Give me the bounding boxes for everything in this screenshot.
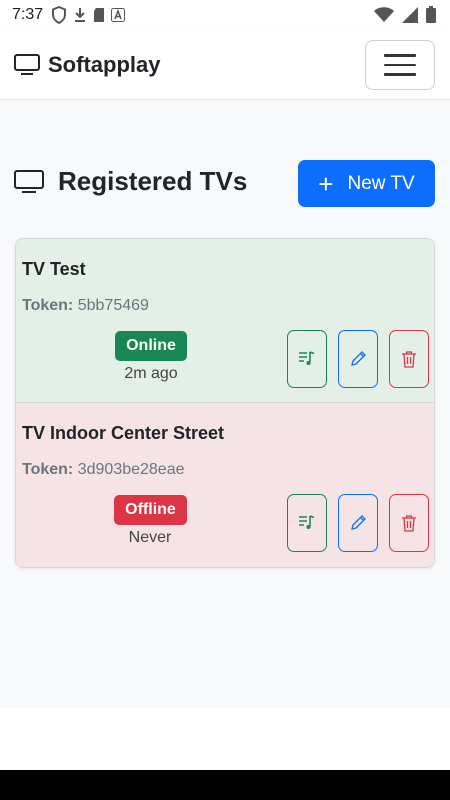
wifi-icon: [374, 6, 394, 22]
tv-token: Token: 5bb75469: [22, 297, 149, 315]
status-time: 7:37: [12, 6, 44, 23]
tv-list: TV Test Token: 5bb75469 Online 2m ago TV…: [15, 238, 435, 568]
page-heading: Registered TVs: [14, 166, 247, 197]
tv-item[interactable]: TV Indoor Center Street Token: 3d903be28…: [16, 403, 434, 567]
battery-icon: [426, 6, 436, 23]
tv-name: TV Test: [22, 259, 86, 279]
last-seen: 2m ago: [124, 365, 178, 382]
pencil-icon: [351, 351, 366, 366]
new-tv-label: New TV: [347, 172, 415, 194]
tv-icon: [14, 169, 44, 193]
heading-row: Registered TVs + New TV: [14, 160, 435, 208]
main-content: Registered TVs + New TV TV Test Token: 5…: [0, 100, 450, 708]
token-value: 3d903be28eae: [77, 461, 185, 478]
app-notification-icon: [111, 8, 126, 22]
delete-button[interactable]: [389, 494, 429, 552]
signal-icon: [402, 6, 418, 23]
tv-actions: [287, 330, 429, 388]
pencil-icon: [351, 515, 366, 530]
edit-button[interactable]: [338, 494, 378, 552]
menu-toggle-button[interactable]: [365, 40, 435, 90]
playlist-button[interactable]: [287, 494, 327, 552]
tv-actions: [287, 494, 429, 552]
status-badge: Offline: [114, 495, 187, 525]
token-label: Token:: [22, 461, 74, 478]
tv-icon: [14, 53, 40, 75]
tv-token: Token: 3d903be28eae: [22, 461, 185, 479]
plus-icon: +: [318, 168, 334, 199]
menu-icon: [384, 54, 416, 57]
top-navbar: Softapplay: [0, 30, 450, 100]
sdcard-icon: [94, 8, 105, 22]
playlist-button[interactable]: [287, 330, 327, 388]
token-value: 5bb75469: [77, 297, 149, 314]
tv-name: TV Indoor Center Street: [22, 423, 225, 443]
page-title: Registered TVs: [58, 166, 248, 196]
trash-icon: [402, 351, 416, 368]
token-label: Token:: [22, 297, 74, 314]
status-bar: 7:37: [0, 0, 450, 30]
brand[interactable]: Softapplay: [14, 52, 160, 78]
last-seen: Never: [128, 529, 172, 546]
brand-name: Softapplay: [48, 51, 161, 77]
page-footer-space: [0, 708, 450, 770]
tv-item[interactable]: TV Test Token: 5bb75469 Online 2m ago: [16, 239, 434, 403]
status-badge: Online: [115, 331, 187, 361]
delete-button[interactable]: [389, 330, 429, 388]
shield-icon: [52, 6, 67, 24]
system-navigation-bar: [0, 770, 450, 800]
playlist-icon: [299, 351, 315, 365]
edit-button[interactable]: [338, 330, 378, 388]
trash-icon: [402, 515, 416, 532]
download-icon: [75, 8, 86, 22]
new-tv-button[interactable]: + New TV: [298, 160, 435, 207]
playlist-icon: [299, 515, 315, 529]
